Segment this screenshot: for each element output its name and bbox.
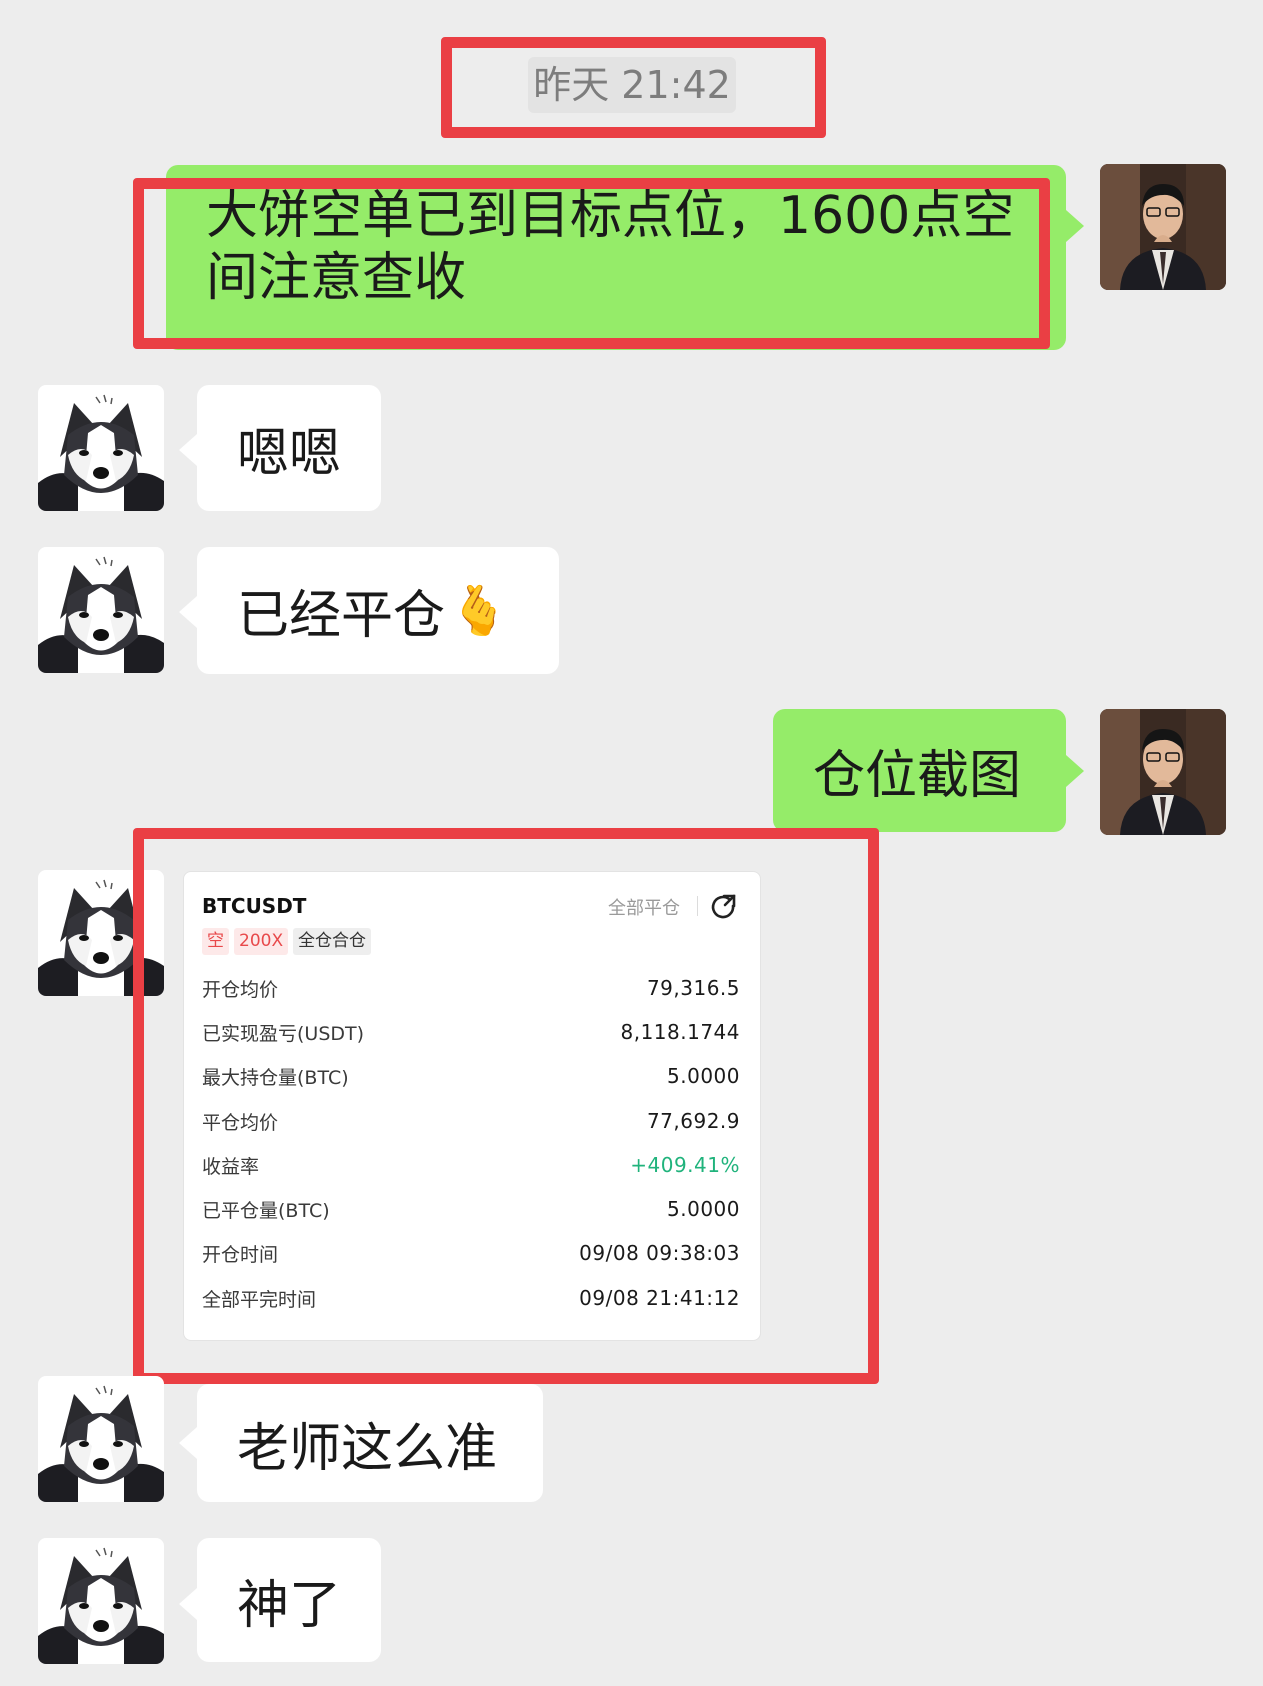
received-message-3[interactable]: 已经平仓 🫰 — [197, 547, 559, 674]
bubble-tail — [1066, 755, 1084, 787]
husky-avatar[interactable] — [38, 1376, 164, 1502]
highlight-box-message-1 — [133, 178, 1050, 349]
bubble-tail — [179, 1588, 197, 1620]
received-message-2[interactable]: 嗯嗯 — [197, 385, 381, 511]
husky-avatar[interactable] — [38, 385, 164, 511]
husky-avatar[interactable] — [38, 1538, 164, 1664]
husky-avatar[interactable] — [38, 547, 164, 673]
message-text: 嗯嗯 — [237, 423, 342, 484]
hand-emoji-icon: 🫰 — [449, 583, 509, 639]
received-message-5[interactable]: 老师这么准 — [197, 1384, 543, 1502]
message-text: 神了 — [237, 1575, 342, 1636]
sent-message-4[interactable]: 仓位截图 — [773, 709, 1066, 832]
bubble-tail — [179, 434, 197, 466]
teacher-avatar[interactable] — [1100, 164, 1226, 290]
message-text: 仓位截图 — [813, 746, 1022, 806]
message-text: 老师这么准 — [237, 1418, 498, 1479]
bubble-tail — [1066, 210, 1084, 242]
highlight-box-card — [133, 828, 879, 1384]
timestamp: 昨天 21:42 — [528, 57, 736, 113]
message-text: 已经平仓 — [237, 586, 446, 646]
bubble-tail — [179, 1427, 197, 1459]
bubble-tail — [179, 596, 197, 628]
teacher-avatar[interactable] — [1100, 709, 1226, 835]
received-message-6[interactable]: 神了 — [197, 1538, 381, 1662]
